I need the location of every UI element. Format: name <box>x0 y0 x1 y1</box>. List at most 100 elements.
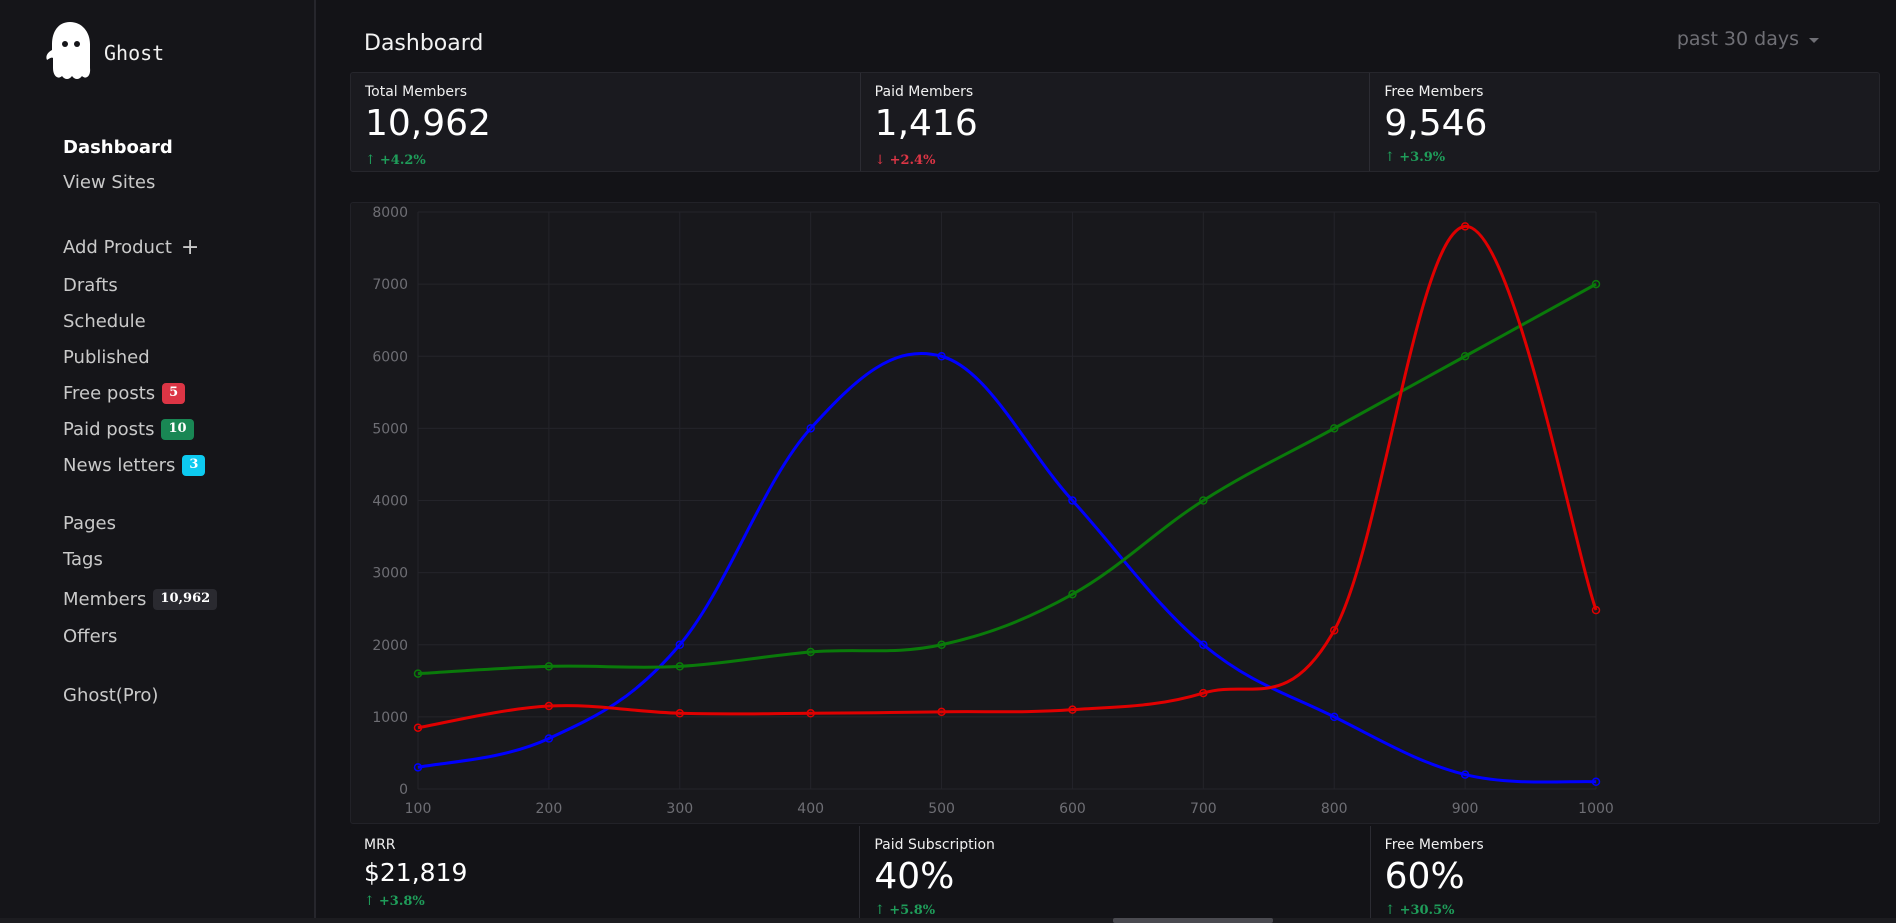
x-tick-label: 900 <box>1452 801 1479 817</box>
date-range-dropdown[interactable]: past 30 days <box>1677 28 1819 50</box>
stat-card-mrr[interactable]: MRR $21,819 ↑ +3.8% <box>350 826 861 923</box>
x-tick-label: 1000 <box>1578 801 1614 817</box>
stat-label: Total Members <box>365 84 468 100</box>
x-tick-label: 200 <box>536 801 563 817</box>
app-root: Ghost Dashboard View Sites Add Product +… <box>0 0 1896 923</box>
sidebar-item-members[interactable]: Members 10,962 <box>63 589 218 610</box>
x-tick-label: 100 <box>405 801 432 817</box>
stat-delta-value: +3.8% <box>378 894 425 909</box>
stat-delta: ↑ +5.8% <box>874 903 935 918</box>
x-tick-label: 600 <box>1059 801 1086 817</box>
stat-value: 1,416 <box>874 103 978 144</box>
stat-label: Free Members <box>1384 84 1484 100</box>
horizontal-scrollbar-track[interactable] <box>0 918 1896 923</box>
count-badge: 10 <box>161 419 194 440</box>
stat-card-free-members-share[interactable]: Free Members 60% ↑ +30.5% <box>1371 826 1880 923</box>
main-content: Dashboard past 30 days Total Members 10,… <box>318 0 1896 923</box>
sidebar-item-free-posts[interactable]: Free posts 5 <box>63 383 186 404</box>
y-tick-label: 4000 <box>372 494 408 510</box>
stat-delta: ↑ +4.2% <box>365 153 426 168</box>
stat-delta: ↑ +30.5% <box>1385 903 1455 918</box>
series-line-2 <box>417 224 1598 730</box>
stat-value: 40% <box>874 856 955 897</box>
sidebar-item-label: Members <box>63 589 147 610</box>
stat-value: 9,546 <box>1384 103 1488 144</box>
stat-delta-value: +5.8% <box>889 903 936 918</box>
arrow-up-icon: ↑ <box>1384 903 1396 918</box>
stat-delta-value: +4.2% <box>379 153 426 168</box>
sidebar-item-dashboard[interactable]: Dashboard <box>63 137 173 158</box>
sidebar-item-add-product[interactable]: Add Product + <box>63 234 200 260</box>
horizontal-scrollbar-thumb[interactable] <box>1113 918 1273 923</box>
sidebar-item-view-sites[interactable]: View Sites <box>63 172 155 193</box>
caret-down-icon <box>1809 37 1819 43</box>
y-tick-label: 7000 <box>372 277 408 293</box>
stat-label: MRR <box>364 837 396 853</box>
stat-delta-value: +2.4% <box>889 153 936 168</box>
date-range-label: past 30 days <box>1676 28 1799 50</box>
x-tick-label: 700 <box>1190 801 1217 817</box>
sidebar-item-tags[interactable]: Tags <box>63 549 103 570</box>
sidebar-item-offers[interactable]: Offers <box>63 626 117 647</box>
plus-icon: + <box>180 234 200 260</box>
stat-delta-value: +3.9% <box>1399 150 1446 165</box>
stats-summary-bottom: MRR $21,819 ↑ +3.8% Paid Subscription 40%… <box>350 826 1880 923</box>
y-tick-label: 0 <box>399 782 408 798</box>
stat-label: Paid Members <box>874 84 974 100</box>
members-line-chart: 0 1000 2000 3000 4000 5000 6000 7000 8000 100 200 3… <box>372 205 1614 817</box>
sidebar-item-label: Free posts <box>63 383 156 404</box>
stat-value: 10,962 <box>365 103 491 144</box>
sidebar-item-published[interactable]: Published <box>63 347 150 368</box>
y-tick-label: 6000 <box>372 349 408 365</box>
arrow-up-icon: ↑ <box>874 903 886 918</box>
members-chart-panel: 0 1000 2000 3000 4000 5000 6000 7000 8000 100 200 3… <box>350 202 1880 824</box>
x-tick-label: 400 <box>797 801 824 817</box>
sidebar-item-ghost-pro[interactable]: Ghost(Pro) <box>63 685 158 706</box>
y-tick-label: 5000 <box>372 421 408 437</box>
stat-value: $21,819 <box>364 858 468 887</box>
stat-card-total-members[interactable]: Total Members 10,962 ↑ +4.2% <box>351 73 861 171</box>
sidebar-item-label: View Sites <box>63 172 156 193</box>
arrow-down-icon: ↓ <box>874 153 886 168</box>
count-badge: 3 <box>182 455 206 476</box>
sidebar-item-label: Tags <box>63 549 103 570</box>
sidebar-item-label: Schedule <box>63 311 146 332</box>
count-badge: 10,962 <box>153 589 218 610</box>
sidebar-item-label: Published <box>63 347 150 368</box>
stat-card-free-members[interactable]: Free Members 9,546 ↑ +3.9% <box>1370 73 1879 171</box>
series-line-0 <box>417 351 1597 784</box>
sidebar-item-news-letters[interactable]: News letters 3 <box>63 455 206 476</box>
sidebar-item-paid-posts[interactable]: Paid posts 10 <box>63 419 194 440</box>
sidebar-item-label: Offers <box>63 626 118 647</box>
stat-delta: ↓ +2.4% <box>875 153 936 168</box>
series-line-1 <box>417 282 1597 676</box>
stats-summary-top: Total Members 10,962 ↑ +4.2% Paid Members… <box>350 72 1880 172</box>
stat-card-paid-subscription[interactable]: Paid Subscription 40% ↑ +5.8% <box>860 826 1371 923</box>
sidebar-item-label: Dashboard <box>63 137 173 158</box>
count-badge: 5 <box>162 383 186 404</box>
sidebar-item-schedule[interactable]: Schedule <box>63 311 146 332</box>
sidebar-item-label: Add Product <box>63 237 172 258</box>
y-tick-label: 2000 <box>372 638 408 654</box>
x-tick-label: 500 <box>928 801 955 817</box>
brand-name: Ghost <box>104 41 165 65</box>
page-title: Dashboard <box>364 31 484 56</box>
ghost-logo-icon <box>44 20 100 80</box>
y-tick-label: 3000 <box>372 566 408 582</box>
stat-value: 60% <box>1384 856 1465 897</box>
arrow-up-icon: ↑ <box>365 153 376 168</box>
sidebar-item-label: Pages <box>63 513 116 534</box>
arrow-up-icon: ↑ <box>364 894 375 909</box>
stat-delta: ↑ +3.9% <box>1384 150 1445 165</box>
sidebar-item-label: Paid posts <box>63 419 155 440</box>
stat-delta-value: +30.5% <box>1399 903 1455 918</box>
stat-card-paid-members[interactable]: Paid Members 1,416 ↓ +2.4% <box>861 73 1371 171</box>
sidebar-item-pages[interactable]: Pages <box>63 513 116 534</box>
sidebar-item-label: Ghost(Pro) <box>63 685 159 706</box>
sidebar-item-label: News letters <box>63 455 176 476</box>
arrow-up-icon: ↑ <box>1384 150 1396 165</box>
x-tick-label: 300 <box>666 801 693 817</box>
brand[interactable]: Ghost <box>44 20 164 80</box>
sidebar-item-drafts[interactable]: Drafts <box>63 275 118 296</box>
stat-label: Paid Subscription <box>874 837 995 853</box>
